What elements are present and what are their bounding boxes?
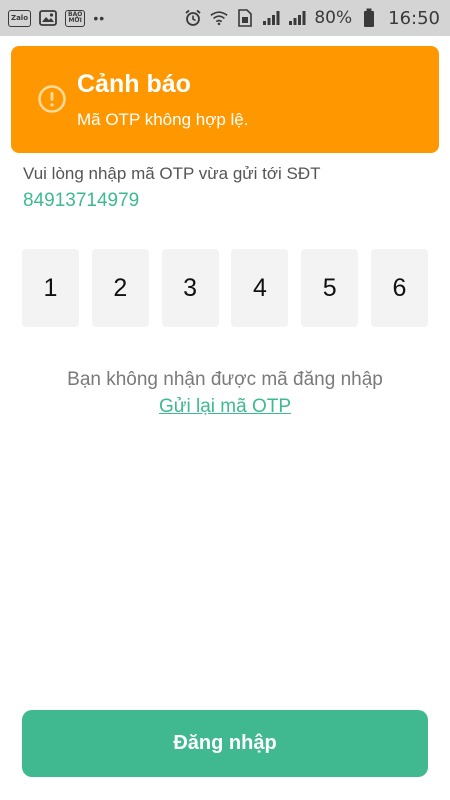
otp-prompt: Vui lòng nhập mã OTP vừa gửi tới SĐT [23, 164, 321, 183]
signal-2-icon [288, 9, 306, 27]
otp-digit-3[interactable]: 3 [161, 249, 219, 327]
gallery-icon [39, 9, 57, 27]
status-bar-right: 80% 16:50 [184, 8, 440, 29]
battery-icon [360, 8, 378, 27]
warning-title: Cảnh báo [77, 70, 191, 98]
otp-input-row: 1 2 3 4 5 6 [22, 249, 428, 327]
warning-icon [37, 84, 67, 114]
signal-icon [262, 9, 280, 27]
wifi-icon [210, 9, 228, 27]
login-button[interactable]: Đăng nhập [22, 710, 428, 777]
more-dots-icon: •• [93, 10, 106, 26]
sim-icon [236, 9, 254, 27]
otp-digit-4[interactable]: 4 [231, 249, 289, 327]
warning-alert: Cảnh báo Mã OTP không hợp lệ. [11, 46, 439, 153]
battery-percent: 80% [314, 8, 353, 28]
resend-otp-link[interactable]: Gửi lại mã OTP [0, 396, 450, 418]
alarm-icon [184, 9, 202, 27]
clock: 16:50 [388, 7, 440, 29]
baomoi-icon: BÁO MỚI [65, 9, 86, 27]
otp-digit-2[interactable]: 2 [91, 249, 149, 327]
zalo-icon: Zalo [8, 9, 32, 27]
warning-message: Mã OTP không hợp lệ. [77, 110, 249, 129]
no-code-text: Bạn không nhận được mã đăng nhập [67, 369, 383, 390]
otp-digit-5[interactable]: 5 [301, 249, 359, 327]
status-bar: Zalo BÁO MỚI •• 80% 16:50 [0, 0, 450, 36]
otp-digit-1[interactable]: 1 [22, 249, 79, 327]
status-bar-left: Zalo BÁO MỚI •• [8, 9, 105, 27]
otp-digit-6[interactable]: 6 [370, 249, 428, 327]
phone-number: 84913714979 [23, 190, 140, 211]
